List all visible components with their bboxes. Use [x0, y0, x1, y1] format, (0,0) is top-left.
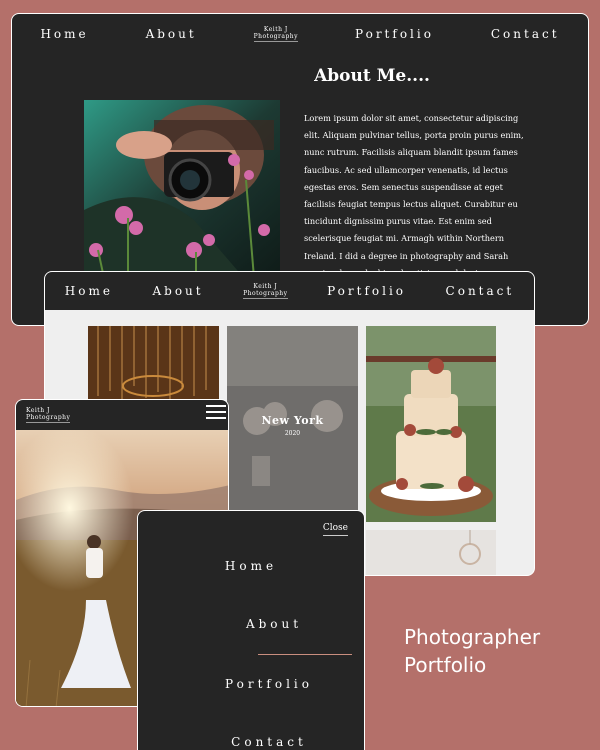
tile-title: New York [261, 414, 324, 427]
nav-portfolio[interactable]: Portfolio [327, 284, 406, 298]
nav-home[interactable]: Home [40, 27, 88, 41]
hamburger-line [206, 411, 226, 413]
nav-portfolio[interactable]: Portfolio [355, 27, 434, 41]
hamburger-line [206, 405, 226, 407]
brand-tagline: Photography [253, 33, 299, 42]
portfolio-tile-new-york[interactable]: New York 2020 [227, 326, 358, 516]
menu-item-about[interactable]: About [138, 617, 364, 631]
hamburger-menu-icon[interactable] [206, 405, 226, 421]
portfolio-nav-bar: Home About Keith J Photography Portfolio… [45, 272, 534, 310]
headline: Photographer Portfolio [404, 623, 540, 679]
headline-line-1: Photographer [404, 625, 541, 649]
brand-tagline: Photography [26, 414, 71, 423]
nav-about[interactable]: About [152, 284, 203, 298]
top-nav: Home About Keith J Photography Portfolio… [12, 14, 588, 54]
portfolio-tile-partial[interactable] [366, 530, 496, 575]
mobile-header: Keith J Photography [16, 400, 228, 430]
mobile-menu-mockup: Close Home About Portfolio Contact [137, 510, 365, 750]
portfolio-tile-cake[interactable] [366, 326, 496, 522]
nav-contact[interactable]: Contact [491, 27, 560, 41]
headline-line-2: Portfolio [404, 653, 487, 677]
brand-logo[interactable]: Keith J Photography [26, 407, 71, 423]
brand-logo[interactable]: Keith J Photography [253, 26, 299, 42]
nav-home[interactable]: Home [65, 284, 113, 298]
brand-name: Keith J [253, 283, 278, 290]
about-heading: About Me.... [314, 66, 430, 86]
menu-divider [258, 654, 352, 655]
nav-about[interactable]: About [146, 27, 197, 41]
menu-item-contact[interactable]: Contact [138, 735, 364, 749]
brand-name: Keith J [26, 407, 50, 414]
hamburger-line [206, 417, 226, 419]
brand-name: Keith J [263, 26, 288, 33]
top-nav: Home About Keith J Photography Portfolio… [45, 272, 534, 310]
tile-year: 2020 [284, 430, 301, 437]
nav-contact[interactable]: Contact [446, 284, 515, 298]
menu-item-home[interactable]: Home [138, 559, 364, 573]
close-button[interactable]: Close [322, 523, 348, 536]
photographer-photo [84, 100, 280, 278]
tile-caption: New York 2020 [227, 414, 358, 437]
menu-item-portfolio[interactable]: Portfolio [138, 677, 364, 691]
brand-tagline: Photography [243, 290, 288, 299]
brand-logo[interactable]: Keith J Photography [243, 283, 288, 299]
